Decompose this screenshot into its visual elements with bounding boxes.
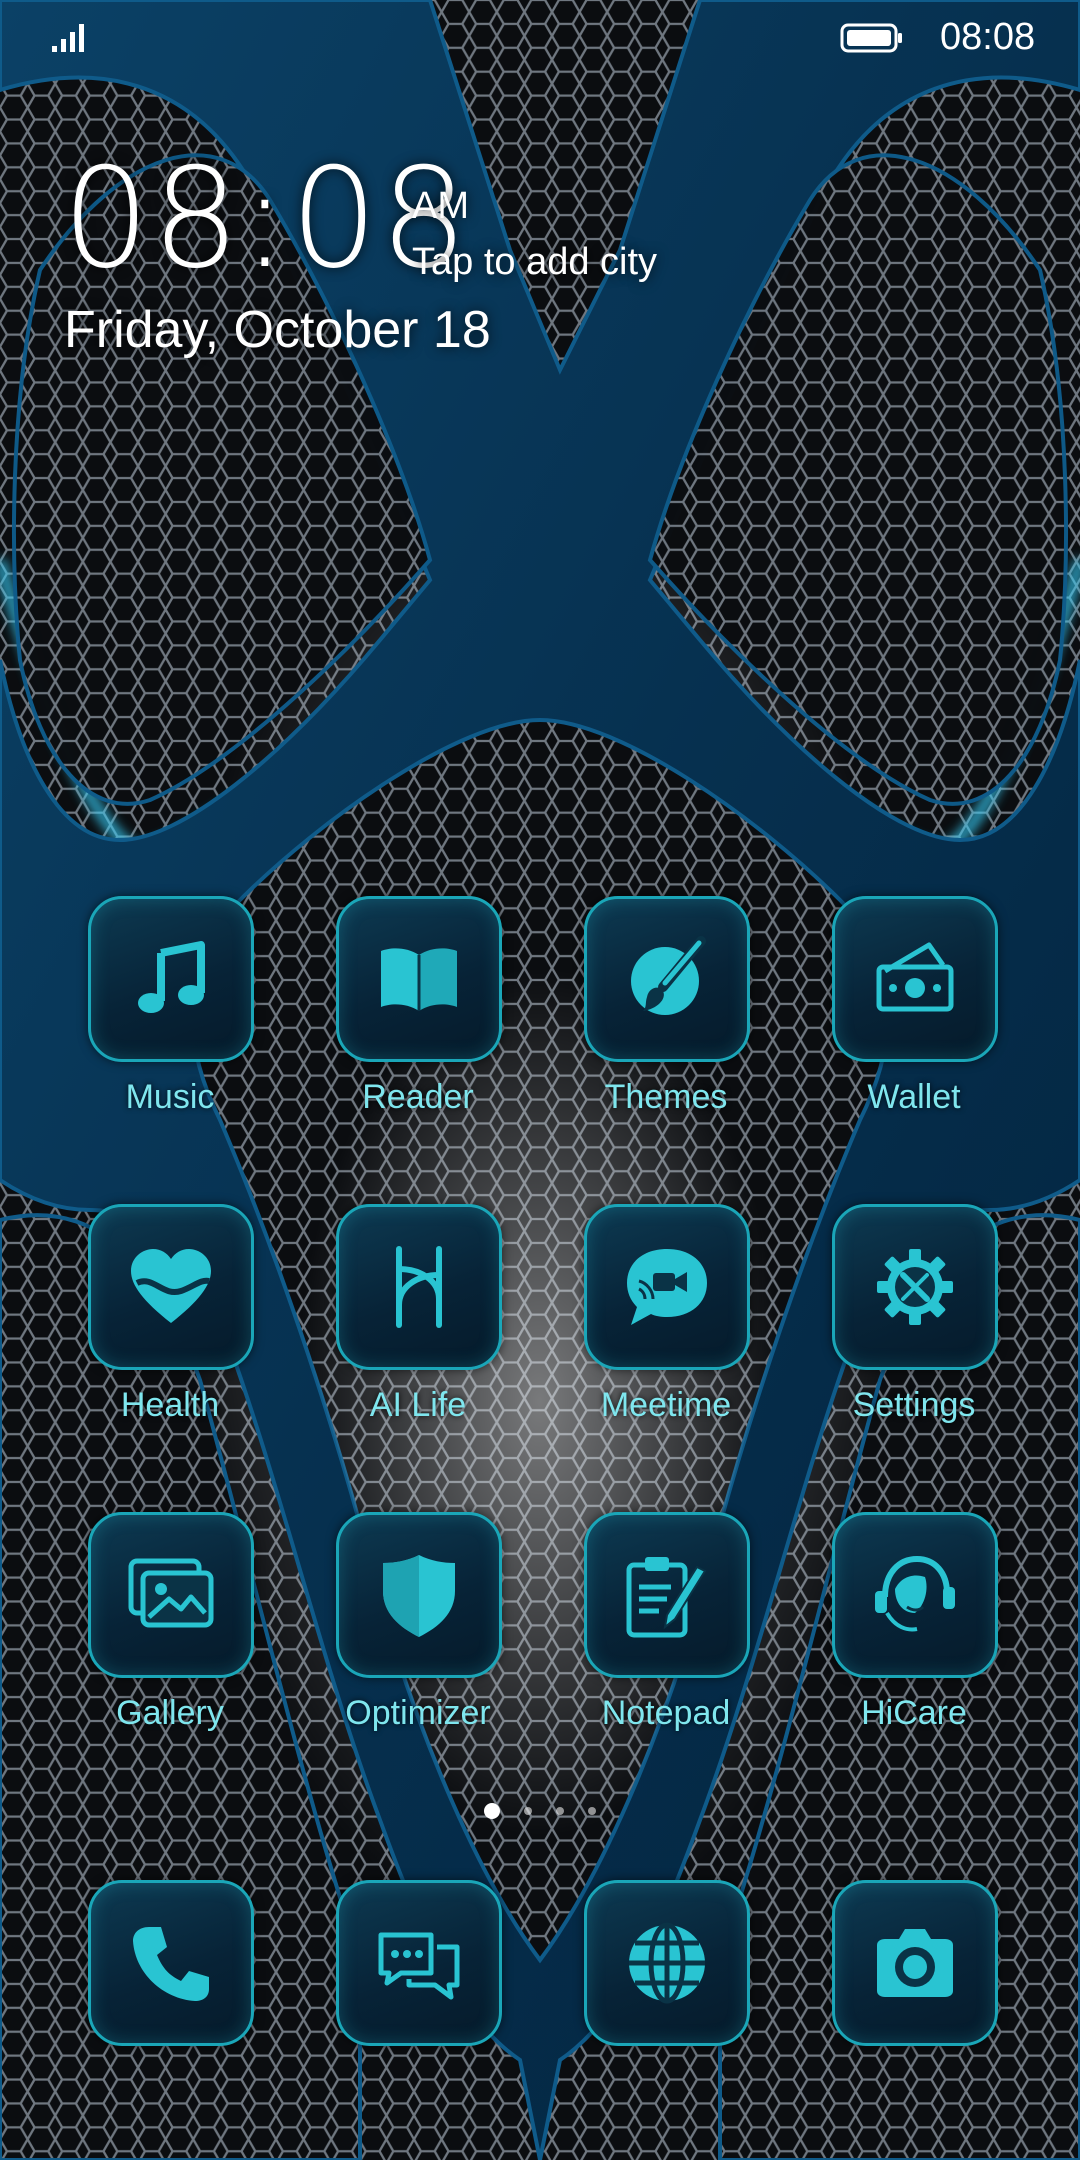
paintbrush-icon [631,936,706,1015]
app-label: Optimizer [345,1694,491,1732]
clock-ampm: AM [412,185,469,227]
app-tile[interactable] [88,1512,254,1678]
wallet-cash-icon [876,942,954,1012]
gear-tools-icon [877,1249,953,1325]
globe-icon [629,1922,705,2004]
shield-icon [383,1555,455,1637]
clock-date[interactable]: Friday, October 18 [64,300,491,360]
page-dot [524,1807,532,1815]
clipboard-pencil-icon [626,1557,707,1638]
app-label: HiCare [861,1694,967,1732]
ai-life-icon [396,1246,442,1328]
app-settings[interactable]: Settings [804,1204,1024,1464]
clock-time[interactable]: 08:08 [62,150,470,288]
headset-icon [875,1555,955,1632]
camera-icon [877,1929,953,1997]
app-themes[interactable]: Themes [556,896,776,1156]
page-dot-active [484,1803,500,1819]
app-wallet[interactable]: Wallet [804,896,1024,1156]
app-tile[interactable] [832,896,998,1062]
page-dot [556,1807,564,1815]
music-note-icon [138,941,205,1013]
app-tile[interactable] [88,896,254,1062]
open-book-icon [381,948,457,1011]
app-tile[interactable] [832,1512,998,1678]
app-tile[interactable] [584,1880,750,2046]
app-label: Health [120,1386,220,1424]
dock-camera[interactable] [804,1880,1024,2140]
app-label: Wallet [867,1078,961,1116]
heart-icon [131,1249,211,1323]
app-notepad[interactable]: Notepad [556,1512,776,1772]
app-tile[interactable] [88,1204,254,1370]
video-chat-icon [627,1249,707,1325]
app-optimizer[interactable]: Optimizer [308,1512,528,1772]
app-tile[interactable] [584,1512,750,1678]
page-indicator[interactable] [480,1803,600,1823]
app-ai-life[interactable]: AI Life [308,1204,528,1464]
dock [0,1880,1080,2080]
app-label: Settings [852,1386,976,1424]
dock-browser[interactable] [556,1880,776,2140]
app-tile[interactable] [336,896,502,1062]
app-tile[interactable] [584,1204,750,1370]
app-tile[interactable] [88,1880,254,2046]
page-dot [588,1807,596,1815]
app-label: Meetime [600,1386,732,1424]
app-tile[interactable] [832,1204,998,1370]
dock-phone[interactable] [60,1880,280,2140]
add-city-prompt[interactable]: Tap to add city [412,242,657,282]
app-tile[interactable] [336,1204,502,1370]
app-label: Gallery [116,1694,224,1732]
app-label: Notepad [601,1694,731,1732]
messages-icon [378,1932,460,2000]
phone-icon [133,1927,209,2001]
photo-icon [128,1558,214,1628]
status-time: 08:08 [940,16,1036,58]
signal-bars-icon [52,24,84,52]
app-reader[interactable]: Reader [308,896,528,1156]
dock-messages[interactable] [308,1880,528,2140]
app-meetime[interactable]: Meetime [556,1204,776,1464]
app-label: Reader [362,1078,474,1116]
app-tile[interactable] [584,896,750,1062]
app-label: AI Life [369,1386,467,1424]
app-tile[interactable] [336,1512,502,1678]
app-health[interactable]: Health [60,1204,280,1464]
app-hicare[interactable]: HiCare [804,1512,1024,1772]
app-gallery[interactable]: Gallery [60,1512,280,1772]
app-music[interactable]: Music [60,896,280,1156]
app-label: Themes [604,1078,728,1116]
app-label: Music [125,1078,215,1116]
battery-full-icon [840,23,902,53]
status-bar: 08:08 [0,0,1080,80]
app-tile[interactable] [336,1880,502,2046]
app-tile[interactable] [832,1880,998,2046]
